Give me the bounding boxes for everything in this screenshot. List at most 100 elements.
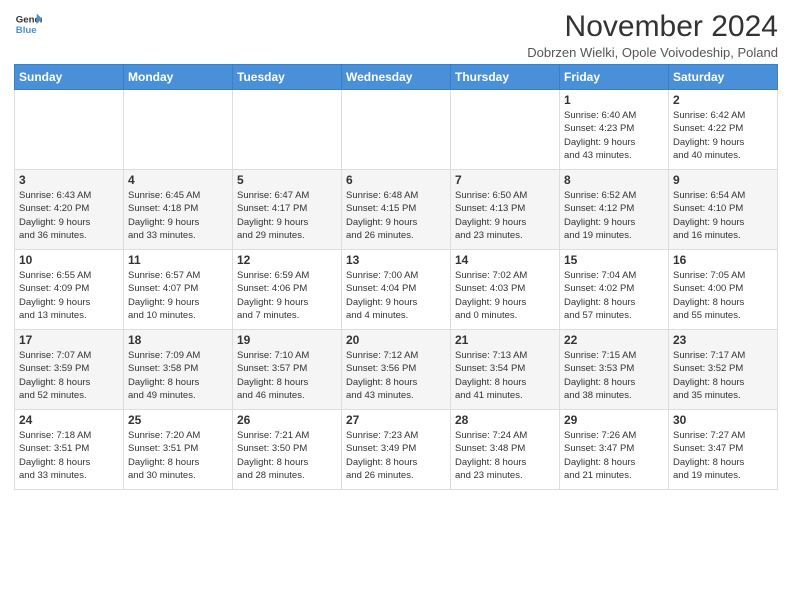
col-tuesday: Tuesday xyxy=(233,65,342,90)
day-number: 11 xyxy=(128,253,228,267)
table-row: 6 Sunrise: 6:48 AMSunset: 4:15 PMDaylight… xyxy=(342,170,451,250)
day-info: Sunrise: 6:47 AMSunset: 4:17 PMDaylight:… xyxy=(237,189,337,242)
day-number: 18 xyxy=(128,333,228,347)
table-row: 9 Sunrise: 6:54 AMSunset: 4:10 PMDaylight… xyxy=(669,170,778,250)
day-number: 6 xyxy=(346,173,446,187)
table-row: 16Sunrise: 7:05 AMSunset: 4:00 PMDayligh… xyxy=(669,250,778,330)
day-number: 20 xyxy=(346,333,446,347)
table-row: 14 Sunrise: 7:02 AMSunset: 4:03 PMDayligh… xyxy=(451,250,560,330)
day-number: 3 xyxy=(19,173,119,187)
table-row xyxy=(124,90,233,170)
day-info: Sunrise: 6:50 AMSunset: 4:13 PMDaylight:… xyxy=(455,189,555,242)
table-row: 24 Sunrise: 7:18 AMSunset: 3:51 PMDayligh… xyxy=(15,410,124,490)
table-row: 7 Sunrise: 6:50 AMSunset: 4:13 PMDaylight… xyxy=(451,170,560,250)
table-row: 27 Sunrise: 7:23 AMSunset: 3:49 PMDayligh… xyxy=(342,410,451,490)
table-row: 20 Sunrise: 7:12 AMSunset: 3:56 PMDayligh… xyxy=(342,330,451,410)
table-row xyxy=(342,90,451,170)
day-number: 24 xyxy=(19,413,119,427)
day-info: Sunrise: 7:21 AMSunset: 3:50 PMDaylight:… xyxy=(237,429,337,482)
day-number: 10 xyxy=(19,253,119,267)
day-info: Sunrise: 7:18 AMSunset: 3:51 PMDaylight:… xyxy=(19,429,119,482)
col-monday: Monday xyxy=(124,65,233,90)
day-info: Sunrise: 7:15 AMSunset: 3:53 PMDaylight:… xyxy=(564,349,664,402)
table-row: 12Sunrise: 6:59 AMSunset: 4:06 PMDayligh… xyxy=(233,250,342,330)
day-info: Sunrise: 7:20 AMSunset: 3:51 PMDaylight:… xyxy=(128,429,228,482)
table-row: 11 Sunrise: 6:57 AMSunset: 4:07 PMDayligh… xyxy=(124,250,233,330)
calendar-week-5: 24 Sunrise: 7:18 AMSunset: 3:51 PMDayligh… xyxy=(15,410,778,490)
day-number: 29 xyxy=(564,413,664,427)
table-row: 21 Sunrise: 7:13 AMSunset: 3:54 PMDayligh… xyxy=(451,330,560,410)
table-row: 28 Sunrise: 7:24 AMSunset: 3:48 PMDayligh… xyxy=(451,410,560,490)
day-info: Sunrise: 6:57 AMSunset: 4:07 PMDaylight:… xyxy=(128,269,228,322)
calendar-week-2: 3 Sunrise: 6:43 AMSunset: 4:20 PMDaylight… xyxy=(15,170,778,250)
table-row: 22 Sunrise: 7:15 AMSunset: 3:53 PMDayligh… xyxy=(560,330,669,410)
day-info: Sunrise: 7:04 AMSunset: 4:02 PMDaylight:… xyxy=(564,269,664,322)
day-info: Sunrise: 7:05 AMSunset: 4:00 PMDaylight:… xyxy=(673,269,773,322)
day-info: Sunrise: 7:13 AMSunset: 3:54 PMDaylight:… xyxy=(455,349,555,402)
day-info: Sunrise: 7:12 AMSunset: 3:56 PMDaylight:… xyxy=(346,349,446,402)
day-number: 4 xyxy=(128,173,228,187)
table-row: 18 Sunrise: 7:09 AMSunset: 3:58 PMDayligh… xyxy=(124,330,233,410)
day-info: Sunrise: 7:27 AMSunset: 3:47 PMDaylight:… xyxy=(673,429,773,482)
day-number: 7 xyxy=(455,173,555,187)
day-number: 27 xyxy=(346,413,446,427)
col-sunday: Sunday xyxy=(15,65,124,90)
day-number: 14 xyxy=(455,253,555,267)
day-number: 30 xyxy=(673,413,773,427)
day-info: Sunrise: 6:40 AMSunset: 4:23 PMDaylight:… xyxy=(564,109,664,162)
day-info: Sunrise: 6:45 AMSunset: 4:18 PMDaylight:… xyxy=(128,189,228,242)
calendar-week-4: 17Sunrise: 7:07 AMSunset: 3:59 PMDayligh… xyxy=(15,330,778,410)
table-row: 13 Sunrise: 7:00 AMSunset: 4:04 PMDayligh… xyxy=(342,250,451,330)
subtitle: Dobrzen Wielki, Opole Voivodeship, Polan… xyxy=(527,45,778,60)
day-number: 9 xyxy=(673,173,773,187)
table-row: 26 Sunrise: 7:21 AMSunset: 3:50 PMDayligh… xyxy=(233,410,342,490)
table-row: 17Sunrise: 7:07 AMSunset: 3:59 PMDayligh… xyxy=(15,330,124,410)
logo: General Blue xyxy=(14,10,42,38)
calendar: Sunday Monday Tuesday Wednesday Thursday… xyxy=(14,64,778,490)
day-info: Sunrise: 6:43 AMSunset: 4:20 PMDaylight:… xyxy=(19,189,119,242)
svg-text:Blue: Blue xyxy=(16,25,37,36)
day-info: Sunrise: 6:54 AMSunset: 4:10 PMDaylight:… xyxy=(673,189,773,242)
day-info: Sunrise: 6:48 AMSunset: 4:15 PMDaylight:… xyxy=(346,189,446,242)
table-row: 25Sunrise: 7:20 AMSunset: 3:51 PMDayligh… xyxy=(124,410,233,490)
table-row: 1 Sunrise: 6:40 AMSunset: 4:23 PMDaylight… xyxy=(560,90,669,170)
day-number: 26 xyxy=(237,413,337,427)
day-number: 1 xyxy=(564,93,664,107)
day-number: 13 xyxy=(346,253,446,267)
day-info: Sunrise: 7:23 AMSunset: 3:49 PMDaylight:… xyxy=(346,429,446,482)
title-block: November 2024 Dobrzen Wielki, Opole Voiv… xyxy=(527,10,778,60)
page: General Blue November 2024 Dobrzen Wielk… xyxy=(0,0,792,500)
table-row xyxy=(451,90,560,170)
table-row: 23 Sunrise: 7:17 AMSunset: 3:52 PMDayligh… xyxy=(669,330,778,410)
table-row: 19Sunrise: 7:10 AMSunset: 3:57 PMDayligh… xyxy=(233,330,342,410)
table-row xyxy=(233,90,342,170)
calendar-week-3: 10 Sunrise: 6:55 AMSunset: 4:09 PMDayligh… xyxy=(15,250,778,330)
day-info: Sunrise: 7:00 AMSunset: 4:04 PMDaylight:… xyxy=(346,269,446,322)
day-number: 23 xyxy=(673,333,773,347)
table-row: 29 Sunrise: 7:26 AMSunset: 3:47 PMDayligh… xyxy=(560,410,669,490)
col-thursday: Thursday xyxy=(451,65,560,90)
day-number: 15 xyxy=(564,253,664,267)
day-number: 22 xyxy=(564,333,664,347)
col-saturday: Saturday xyxy=(669,65,778,90)
col-wednesday: Wednesday xyxy=(342,65,451,90)
header: General Blue November 2024 Dobrzen Wielk… xyxy=(14,10,778,60)
day-info: Sunrise: 7:24 AMSunset: 3:48 PMDaylight:… xyxy=(455,429,555,482)
day-info: Sunrise: 7:02 AMSunset: 4:03 PMDaylight:… xyxy=(455,269,555,322)
calendar-header-row: Sunday Monday Tuesday Wednesday Thursday… xyxy=(15,65,778,90)
table-row xyxy=(15,90,124,170)
table-row: 2Sunrise: 6:42 AMSunset: 4:22 PMDaylight… xyxy=(669,90,778,170)
day-number: 5 xyxy=(237,173,337,187)
day-info: Sunrise: 6:55 AMSunset: 4:09 PMDaylight:… xyxy=(19,269,119,322)
day-number: 17 xyxy=(19,333,119,347)
day-info: Sunrise: 7:17 AMSunset: 3:52 PMDaylight:… xyxy=(673,349,773,402)
day-number: 2 xyxy=(673,93,773,107)
table-row: 10 Sunrise: 6:55 AMSunset: 4:09 PMDayligh… xyxy=(15,250,124,330)
day-number: 21 xyxy=(455,333,555,347)
logo-icon: General Blue xyxy=(14,10,42,38)
day-info: Sunrise: 6:52 AMSunset: 4:12 PMDaylight:… xyxy=(564,189,664,242)
day-info: Sunrise: 7:26 AMSunset: 3:47 PMDaylight:… xyxy=(564,429,664,482)
day-info: Sunrise: 7:09 AMSunset: 3:58 PMDaylight:… xyxy=(128,349,228,402)
day-number: 28 xyxy=(455,413,555,427)
table-row: 15 Sunrise: 7:04 AMSunset: 4:02 PMDayligh… xyxy=(560,250,669,330)
